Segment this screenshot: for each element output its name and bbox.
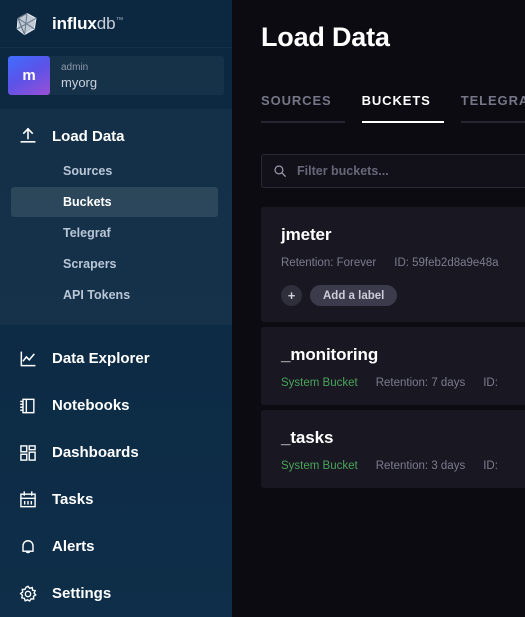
- bucket-id: ID:: [483, 377, 498, 389]
- load-data-section: Load Data Sources Buckets Telegraf Scrap…: [0, 109, 232, 325]
- sidebar-item-api-tokens[interactable]: API Tokens: [11, 280, 218, 310]
- sidebar-item-load-data[interactable]: Load Data: [0, 117, 232, 155]
- bucket-list: jmeter Retention: Forever ID: 59feb2d8a9…: [261, 207, 525, 488]
- sidebar-item-notebooks-label: Notebooks: [52, 397, 130, 414]
- org-name: myorg: [61, 74, 98, 90]
- sidebar-item-scrapers[interactable]: Scrapers: [11, 249, 218, 279]
- tab-telegraf[interactable]: TELEGRAF: [460, 93, 525, 123]
- page-title: Load Data: [261, 22, 390, 52]
- brand-wordmark: influxdb™: [52, 14, 123, 34]
- upload-icon: [20, 127, 36, 143]
- bucket-name: _tasks: [281, 428, 334, 447]
- sidebar-item-telegraf[interactable]: Telegraf: [11, 218, 218, 248]
- main-content: Load Data SOURCES BUCKETS TELEGRAF Filte…: [232, 0, 525, 617]
- search-placeholder: Filter buckets...: [297, 164, 389, 178]
- sidebar-item-tasks[interactable]: Tasks: [0, 476, 232, 523]
- brand-name-bold: influx: [52, 13, 97, 33]
- bucket-name: jmeter: [281, 225, 332, 244]
- sidebar-nav-list: Data Explorer Notebooks Dashboards Tasks…: [0, 325, 232, 617]
- tab-bar: SOURCES BUCKETS TELEGRAF: [261, 93, 525, 123]
- sidebar-item-scrapers-label: Scrapers: [63, 257, 117, 271]
- calendar-icon: [20, 490, 36, 507]
- sidebar-item-alerts-label: Alerts: [52, 538, 95, 555]
- bell-icon: [22, 539, 34, 553]
- sidebar-item-settings[interactable]: Settings: [0, 570, 232, 617]
- sidebar-item-dashboards-label: Dashboards: [52, 444, 139, 461]
- org-username: admin: [61, 61, 89, 73]
- gear-icon: [19, 584, 37, 602]
- bucket-id: ID: 59feb2d8a9e48a: [394, 257, 499, 269]
- org-selector[interactable]: m admin myorg: [8, 56, 224, 95]
- bucket-meta: Retention: Forever ID: 59feb2d8a9e48a: [281, 257, 525, 269]
- influxdb-app: influxdb™ m admin myorg Load Data Source…: [0, 0, 525, 617]
- add-a-label-button[interactable]: Add a label: [310, 285, 398, 306]
- brand-name-light: db: [96, 13, 116, 33]
- search-icon: [274, 165, 286, 177]
- sidebar-item-tasks-label: Tasks: [52, 491, 94, 508]
- bucket-retention: Retention: 7 days: [375, 377, 466, 389]
- bucket-card-jmeter[interactable]: jmeter Retention: Forever ID: 59feb2d8a9…: [261, 207, 525, 322]
- sidebar-item-api-tokens-label: API Tokens: [63, 288, 131, 302]
- avatar: m: [8, 56, 50, 95]
- brand-header[interactable]: influxdb™: [0, 0, 232, 49]
- load-data-label: Load Data: [52, 127, 125, 145]
- sidebar-item-buckets-label: Buckets: [63, 195, 112, 209]
- sidebar-item-telegraf-label: Telegraf: [63, 226, 111, 240]
- influxdb-polyhedron-logo-icon: [16, 12, 37, 35]
- sidebar-item-sources[interactable]: Sources: [11, 156, 218, 186]
- trademark-symbol: ™: [115, 14, 124, 24]
- bucket-id: ID:: [483, 460, 498, 472]
- system-bucket-badge: System Bucket: [281, 377, 358, 389]
- bucket-retention: Retention: Forever: [281, 257, 377, 269]
- sidebar-item-dashboards[interactable]: Dashboards: [0, 429, 232, 476]
- sidebar-item-buckets[interactable]: Buckets: [11, 187, 218, 217]
- dashboard-grid-icon: [20, 444, 36, 461]
- bucket-name: _monitoring: [281, 345, 379, 364]
- tab-sources[interactable]: SOURCES: [261, 93, 345, 123]
- sidebar-item-notebooks[interactable]: Notebooks: [0, 382, 232, 429]
- sidebar-item-sources-label: Sources: [63, 164, 113, 178]
- bucket-retention: Retention: 3 days: [375, 460, 466, 472]
- line-graph-icon: [20, 351, 36, 366]
- sidebar-item-data-explorer[interactable]: Data Explorer: [0, 335, 232, 382]
- sidebar: influxdb™ m admin myorg Load Data Source…: [0, 0, 232, 617]
- sidebar-item-data-explorer-label: Data Explorer: [52, 350, 150, 367]
- system-bucket-badge: System Bucket: [281, 460, 358, 472]
- bucket-meta: System Bucket Retention: 7 days ID:: [281, 377, 525, 389]
- sidebar-item-alerts[interactable]: Alerts: [0, 523, 232, 570]
- notebook-icon: [20, 398, 35, 413]
- sidebar-item-settings-label: Settings: [52, 585, 112, 602]
- bucket-label-row: + Add a label: [281, 285, 525, 306]
- search-input[interactable]: Filter buckets...: [261, 154, 525, 188]
- add-label-plus-icon[interactable]: +: [281, 285, 302, 306]
- bucket-card-monitoring[interactable]: _monitoring System Bucket Retention: 7 d…: [261, 327, 525, 405]
- bucket-card-tasks[interactable]: _tasks System Bucket Retention: 3 days I…: [261, 410, 525, 488]
- org-meta: admin myorg: [50, 56, 97, 95]
- tab-buckets[interactable]: BUCKETS: [361, 93, 444, 123]
- bucket-meta: System Bucket Retention: 3 days ID:: [281, 460, 525, 472]
